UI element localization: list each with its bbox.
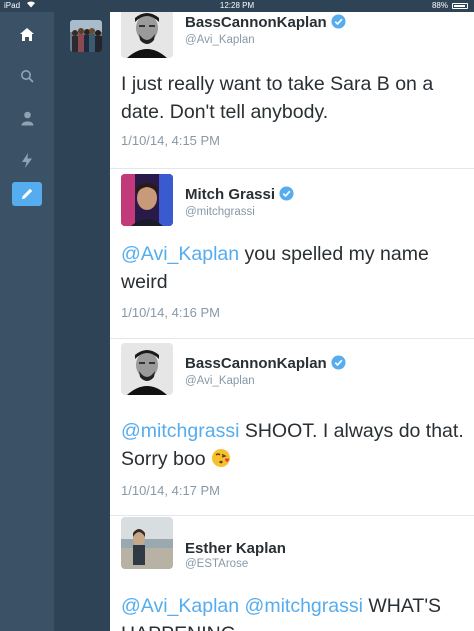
status-time: 12:28 PM	[219, 1, 255, 10]
author-name[interactable]: Mitch Grassi	[185, 186, 294, 203]
tweet-text: I just really want to take Sara B on a d…	[121, 70, 466, 126]
status-bar: iPad 12:28 PM 88%	[0, 0, 474, 12]
avatar[interactable]	[121, 517, 173, 569]
author-name[interactable]: BassCannonKaplan	[185, 14, 346, 31]
author-handle[interactable]: @Avi_Kaplan	[185, 34, 255, 46]
battery-icon	[452, 3, 468, 9]
side-nav	[0, 12, 54, 631]
author-name[interactable]: Esther Kaplan	[185, 540, 286, 557]
group-avatar[interactable]	[70, 20, 102, 52]
mention-link[interactable]: @Avi_Kaplan	[121, 595, 239, 617]
battery-percent: 88%	[431, 1, 448, 10]
conversation-panel: BassCannonKaplan @Avi_Kaplan I just real…	[110, 12, 474, 631]
verified-badge-icon	[331, 355, 346, 370]
mention-link[interactable]: @Avi_Kaplan	[121, 243, 239, 265]
divider	[110, 338, 474, 339]
verified-badge-icon	[331, 14, 346, 29]
divider	[110, 515, 474, 516]
verified-badge-icon	[279, 186, 294, 201]
tweet-timestamp[interactable]: 1/10/14, 4:16 PM	[121, 305, 220, 320]
nav-search[interactable]	[12, 64, 42, 88]
author-name-text: BassCannonKaplan	[185, 14, 327, 31]
divider	[110, 168, 474, 169]
mention-link[interactable]: @mitchgrassi	[245, 595, 363, 617]
nav-activity[interactable]	[12, 148, 42, 172]
kissing-face-emoji-icon	[211, 448, 233, 468]
tweet-timestamp[interactable]: 1/10/14, 4:17 PM	[121, 483, 220, 498]
activity-icon	[21, 152, 33, 168]
search-icon	[20, 69, 34, 83]
avatar[interactable]	[121, 174, 173, 226]
author-name-text: BassCannonKaplan	[185, 355, 327, 372]
author-name-text: Esther Kaplan	[185, 540, 286, 557]
nav-profile[interactable]	[12, 106, 42, 130]
compose-icon	[20, 187, 34, 201]
profile-icon	[21, 111, 34, 126]
mention-link[interactable]: @mitchgrassi	[121, 420, 239, 442]
tweet-text: @Avi_Kaplan you spelled my name weird	[121, 240, 466, 296]
nav-compose[interactable]	[12, 182, 42, 206]
author-handle[interactable]: @ESTArose	[185, 558, 248, 570]
avatar[interactable]	[121, 343, 173, 395]
tweet-timestamp[interactable]: 1/10/14, 4:15 PM	[121, 133, 220, 148]
author-name-text: Mitch Grassi	[185, 186, 276, 203]
tweet-text: @mitchgrassi SHOOT. I always do that. So…	[121, 417, 466, 473]
home-icon	[19, 27, 35, 42]
author-handle[interactable]: @Avi_Kaplan	[185, 375, 255, 387]
author-handle[interactable]: @mitchgrassi	[185, 206, 255, 218]
tweet-text-segment: I just really want to take Sara B on a d…	[121, 73, 434, 123]
tweet-text: @Avi_Kaplan @mitchgrassi WHAT'S HAPPENIN…	[121, 592, 466, 631]
avatar[interactable]	[121, 12, 173, 58]
author-name[interactable]: BassCannonKaplan	[185, 355, 346, 372]
nav-home[interactable]	[12, 22, 42, 46]
